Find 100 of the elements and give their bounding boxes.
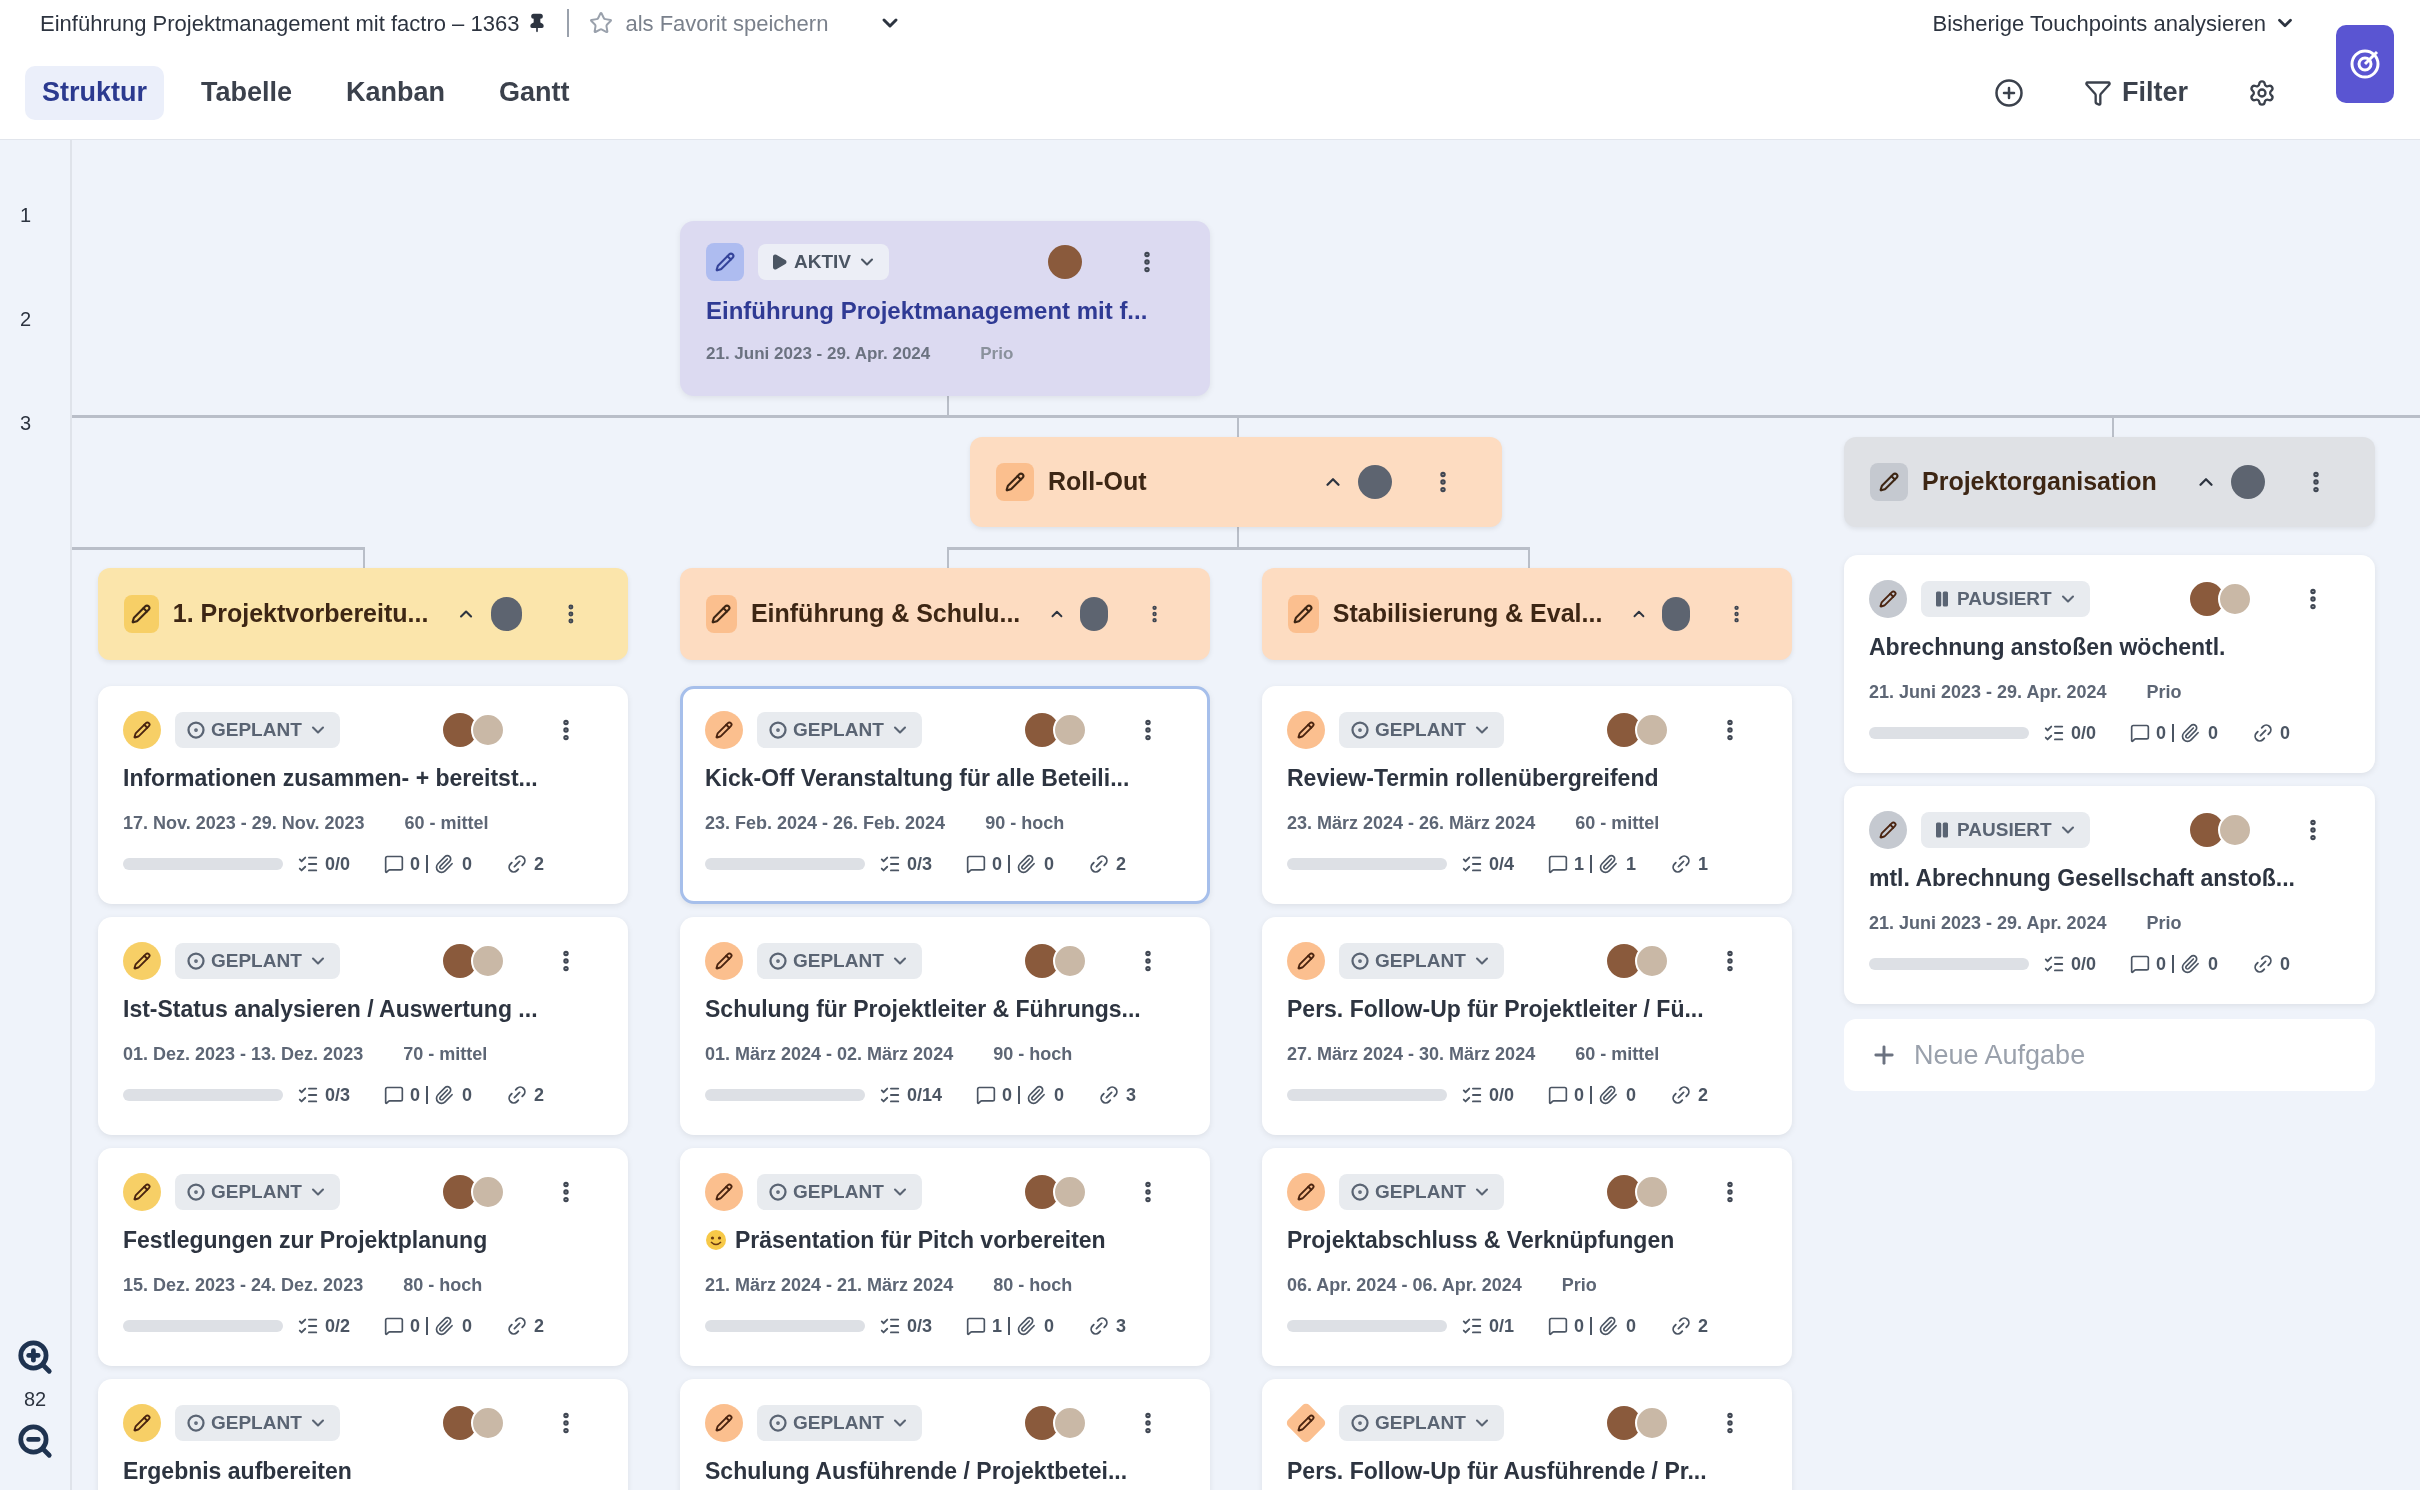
task-title[interactable]: Abrechnung anstoßen wöchentl.	[1869, 630, 2226, 665]
project-card-title[interactable]: Einführung Projektmanagement mit f...	[706, 293, 1184, 329]
edit-icon[interactable]	[705, 942, 743, 980]
zoom-out-icon[interactable]	[16, 1422, 54, 1460]
status-dropdown[interactable]: PAUSIERT	[1921, 812, 2090, 848]
edit-icon[interactable]	[123, 942, 161, 980]
task-card[interactable]: GEPLANT Kick-Off Veranstaltung für alle Beteili... 23. Feb. 2024 - 26. Feb. 2024 90 - hoch 0/3 0 0 2	[680, 686, 1210, 904]
task-title[interactable]: Festlegungen zur Projektplanung	[123, 1223, 488, 1258]
status-dropdown[interactable]: GEPLANT	[757, 1405, 922, 1441]
edit-icon[interactable]	[123, 1404, 161, 1442]
group-header[interactable]: 1. Projektvorbereitu...	[98, 568, 628, 660]
group-header[interactable]: Stabilisierung & Eval...	[1262, 568, 1792, 660]
planned-icon	[769, 721, 787, 739]
priority: 60 - mittel	[1575, 811, 1660, 835]
status-dropdown[interactable]: GEPLANT	[1339, 712, 1504, 748]
view-tab[interactable]: Tabelle	[184, 65, 310, 120]
task-title[interactable]: Schulung für Projektleiter & Führungs...	[705, 992, 1141, 1027]
view-tab[interactable]: Gantt	[482, 65, 587, 120]
view-tab[interactable]: Struktur	[25, 65, 164, 120]
comment-icon	[2130, 723, 2151, 743]
task-card[interactable]: GEPLANT Informationen zusammen- + bereitst... 17. Nov. 2023 - 29. Nov. 2023 60 - mittel 0/0 0 0 2	[98, 686, 628, 904]
task-card[interactable]: GEPLANT Festlegungen zur Projektplanung 15. Dez. 2023 - 24. Dez. 2023 80 - hoch 0/2 0 0 2	[98, 1148, 628, 1366]
task-title[interactable]: Präsentation für Pitch vorbereiten	[735, 1223, 1106, 1258]
task-card[interactable]: PAUSIERT mtl. Abrechnung Gesellschaft anstoß... 21. Juni 2023 - 29. Apr. 2024 Prio 0/0 0 0 0	[1844, 786, 2375, 1004]
task-card[interactable]: GEPLANT Pers. Follow-Up für Projektleiter / Fü... 27. März 2024 - 30. März 2024 60 - mittel 0/0 0 0 2	[1262, 917, 1792, 1135]
edit-icon[interactable]	[1287, 942, 1325, 980]
edit-icon[interactable]	[123, 1173, 161, 1211]
status-dropdown[interactable]: GEPLANT	[757, 1174, 922, 1210]
app-launcher-button[interactable]	[2336, 25, 2394, 103]
task-title[interactable]: Review-Termin rollenübergreifend	[1287, 761, 1659, 796]
group-title: 1. Projektvorbereitu...	[172, 598, 429, 630]
date-range: 01. Dez. 2023 - 13. Dez. 2023	[123, 1042, 364, 1066]
task-title[interactable]: Projektabschluss & Verknüpfungen	[1287, 1223, 1675, 1258]
link-count: 2	[1116, 852, 1127, 876]
status-dropdown[interactable]: PAUSIERT	[1921, 581, 2090, 617]
edit-icon[interactable]	[123, 711, 161, 749]
edit-icon[interactable]	[1869, 580, 1907, 618]
settings-icon[interactable]	[2248, 78, 2276, 107]
task-title[interactable]: Ist-Status analysieren / Auswertung ...	[123, 992, 538, 1027]
star-icon[interactable]	[589, 11, 614, 35]
task-card[interactable]: GEPLANT Ist-Status analysieren / Auswertung ... 01. Dez. 2023 - 13. Dez. 2023 70 - mittel 0/3 0 0 2	[98, 917, 628, 1135]
target-icon	[2348, 47, 2382, 81]
status-dropdown[interactable]: AKTIV	[758, 244, 889, 280]
task-title[interactable]: mtl. Abrechnung Gesellschaft anstoß...	[1869, 861, 2295, 896]
group-header[interactable]: Roll-Out	[970, 437, 1502, 527]
status-dropdown[interactable]: GEPLANT	[175, 943, 340, 979]
status-dropdown[interactable]: GEPLANT	[1339, 943, 1504, 979]
priority: 90 - hoch	[993, 1042, 1073, 1066]
zoom-in-icon[interactable]	[16, 1338, 54, 1376]
edit-icon[interactable]	[705, 1404, 743, 1442]
edit-icon[interactable]	[706, 243, 744, 281]
task-card[interactable]: GEPLANT Projektabschluss & Verknüpfungen 06. Apr. 2024 - 06. Apr. 2024 Prio 0/1 0 0 2	[1262, 1148, 1792, 1366]
task-card[interactable]: GEPLANT Pers. Follow-Up für Ausführende / Pr...	[1262, 1379, 1792, 1490]
group-title: Stabilisierung & Eval...	[1332, 598, 1603, 630]
edit-icon[interactable]	[1288, 595, 1319, 633]
edit-icon[interactable]	[124, 595, 159, 633]
edit-icon[interactable]	[705, 1173, 743, 1211]
task-card[interactable]: GEPLANT Präsentation für Pitch vorbereiten 21. März 2024 - 21. März 2024 80 - hoch 0/3 1 0 3	[680, 1148, 1210, 1366]
view-tab[interactable]: Kanban	[329, 65, 463, 120]
edit-icon[interactable]	[996, 463, 1034, 501]
status-dropdown[interactable]: GEPLANT	[757, 943, 922, 979]
group-header[interactable]: Einführung & Schulu...	[680, 568, 1210, 660]
task-card[interactable]: PAUSIERT Abrechnung anstoßen wöchentl. 21. Juni 2023 - 29. Apr. 2024 Prio 0/0 0 0 0	[1844, 555, 2375, 773]
status-dropdown[interactable]: GEPLANT	[1339, 1405, 1504, 1441]
task-card[interactable]: GEPLANT Schulung für Projektleiter & Führungs... 01. März 2024 - 02. März 2024 90 - hoch 0/14 0 0 3	[680, 917, 1210, 1135]
priority: 60 - mittel	[404, 811, 489, 835]
status-dropdown[interactable]: GEPLANT	[175, 1174, 340, 1210]
attachment-count: 0	[462, 1314, 473, 1338]
task-title[interactable]: Schulung Ausführende / Projektbetei...	[705, 1454, 1128, 1489]
comment-count: 0	[992, 852, 1003, 876]
status-dropdown[interactable]: GEPLANT	[757, 712, 922, 748]
edit-icon[interactable]	[1869, 811, 1907, 849]
edit-icon[interactable]	[1287, 1173, 1325, 1211]
project-card[interactable]: AKTIV Einführung Projektmanagement mit f... 21. Juni 2023 - 29. Apr. 2024 Prio	[680, 221, 1210, 396]
edit-icon[interactable]	[706, 595, 737, 633]
edit-icon[interactable]	[705, 711, 743, 749]
task-title[interactable]: Ergebnis aufbereiten	[123, 1454, 352, 1489]
comment-count: 0	[410, 1314, 421, 1338]
favorite-link[interactable]: als Favorit speichern	[625, 6, 829, 40]
project-title: Einführung Projektmanagement mit factro – 1363	[40, 9, 520, 38]
status-dropdown[interactable]: GEPLANT	[175, 1405, 340, 1441]
status-dropdown[interactable]: GEPLANT	[1339, 1174, 1504, 1210]
task-title[interactable]: Pers. Follow-Up für Ausführende / Pr...	[1287, 1454, 1707, 1489]
planned-icon	[187, 721, 205, 739]
edit-icon[interactable]	[1287, 711, 1325, 749]
touchpoints-dropdown[interactable]: Bisherige Touchpoints analysieren	[1932, 6, 2296, 40]
task-card[interactable]: GEPLANT Review-Termin rollenübergreifend 23. März 2024 - 26. März 2024 60 - mittel 0/4 1 1 1	[1262, 686, 1792, 904]
task-title[interactable]: Kick-Off Veranstaltung für alle Beteili...	[705, 761, 1130, 796]
task-card[interactable]: GEPLANT Schulung Ausführende / Projektbetei...	[680, 1379, 1210, 1490]
filter-button[interactable]: Filter	[2084, 72, 2188, 113]
date-range: 21. Juni 2023 - 29. Apr. 2024	[706, 343, 931, 365]
task-card[interactable]: GEPLANT Ergebnis aufbereiten	[98, 1379, 628, 1490]
priority: 80 - hoch	[993, 1273, 1073, 1297]
add-icon[interactable]	[1994, 77, 2024, 108]
task-title[interactable]: Informationen zusammen- + bereitst...	[123, 761, 538, 796]
comment-count: 0	[1574, 1083, 1585, 1107]
task-title[interactable]: Pers. Follow-Up für Projektleiter / Fü...	[1287, 992, 1704, 1027]
edit-icon[interactable]	[1870, 463, 1908, 501]
status-dropdown[interactable]: GEPLANT	[175, 712, 340, 748]
group-header[interactable]: Projektorganisation	[1844, 437, 2375, 527]
